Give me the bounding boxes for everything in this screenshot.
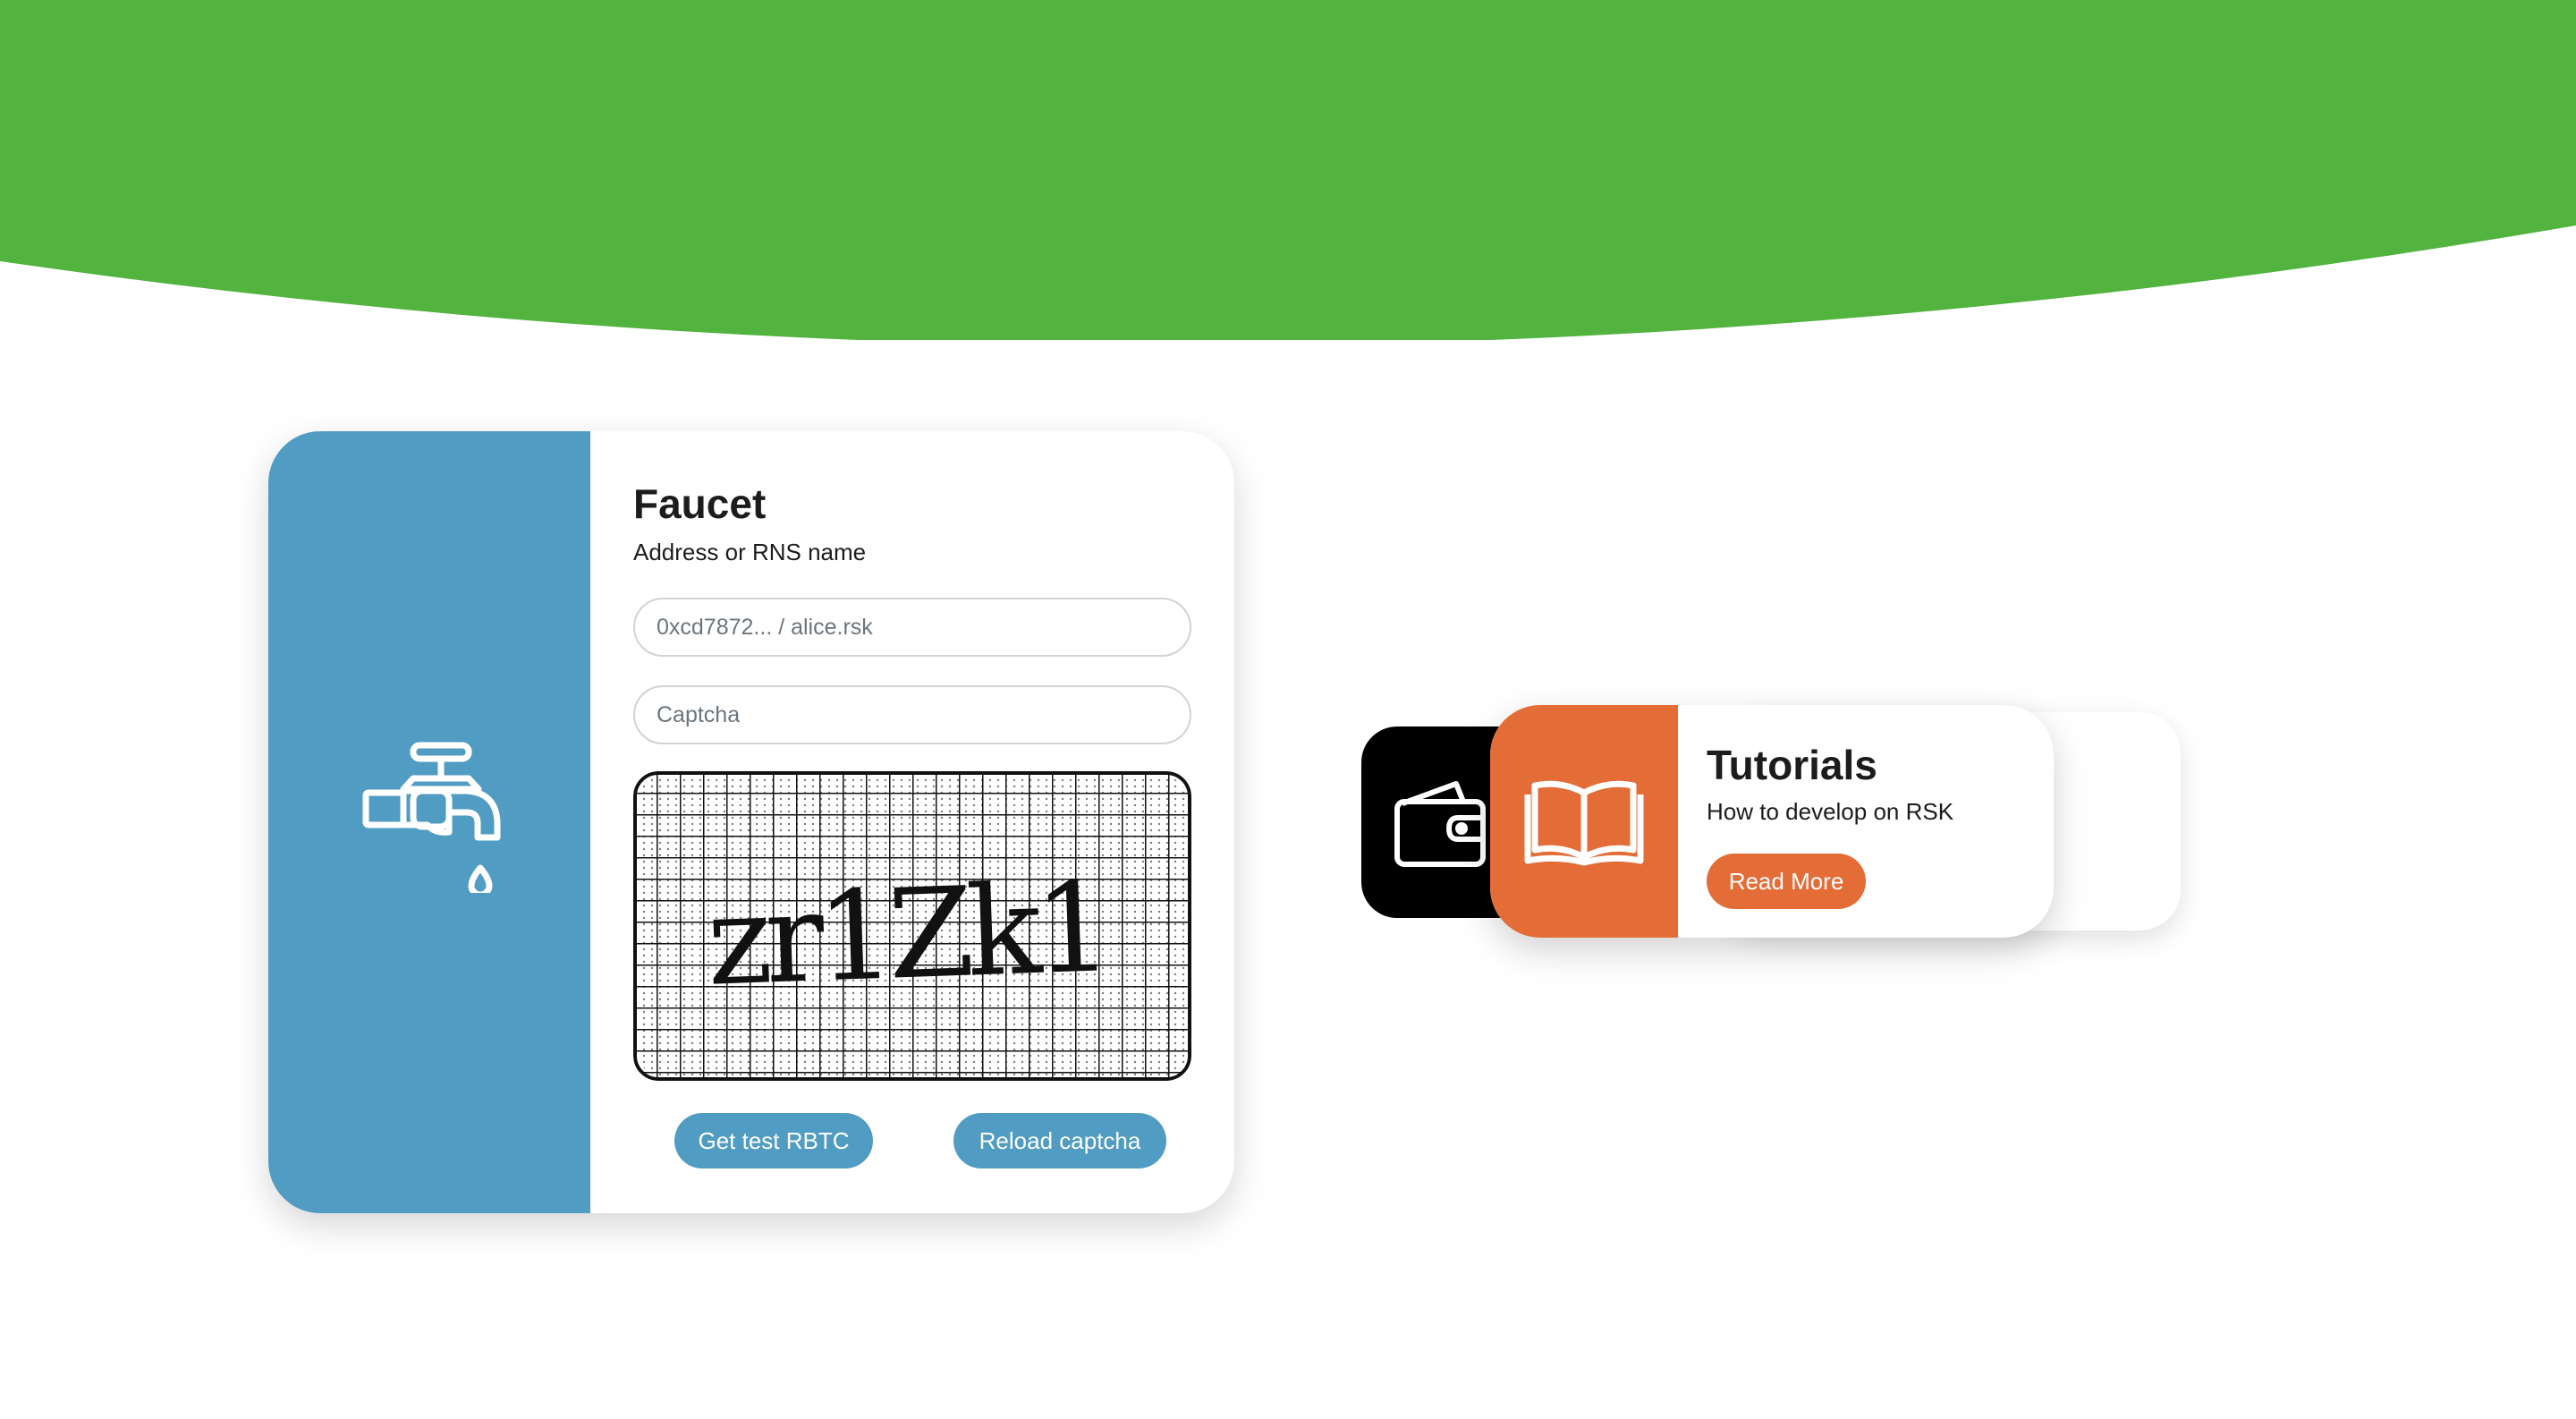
- tutorials-side-panel: [1490, 705, 1678, 938]
- captcha-text: zr1Zk1: [705, 855, 1108, 1013]
- faucet-card: Faucet Address or RNS name zr1Zk1 Get te…: [268, 431, 1234, 1213]
- read-more-button[interactable]: Read More: [1707, 854, 1866, 909]
- wallet-icon: [1394, 781, 1486, 867]
- water-tap-icon: [362, 742, 501, 893]
- header-wave: [0, 0, 2576, 340]
- reload-captcha-button[interactable]: Reload captcha: [953, 1113, 1166, 1168]
- captcha-input[interactable]: [633, 685, 1191, 744]
- address-input[interactable]: [633, 598, 1191, 657]
- open-book-icon: [1524, 780, 1644, 866]
- captcha-image: zr1Zk1: [633, 771, 1191, 1081]
- faucet-side-panel: [268, 431, 590, 1213]
- tutorials-card: Tutorials How to develop on RSK Read Mor…: [1490, 705, 2054, 938]
- tutorials-subtitle: How to develop on RSK: [1707, 798, 1954, 825]
- faucet-form: Faucet Address or RNS name zr1Zk1 Get te…: [633, 431, 1234, 1213]
- address-label: Address or RNS name: [633, 539, 867, 565]
- get-test-rbtc-button[interactable]: Get test RBTC: [674, 1113, 873, 1168]
- tutorials-title: Tutorials: [1707, 742, 1877, 788]
- faucet-title: Faucet: [633, 480, 767, 527]
